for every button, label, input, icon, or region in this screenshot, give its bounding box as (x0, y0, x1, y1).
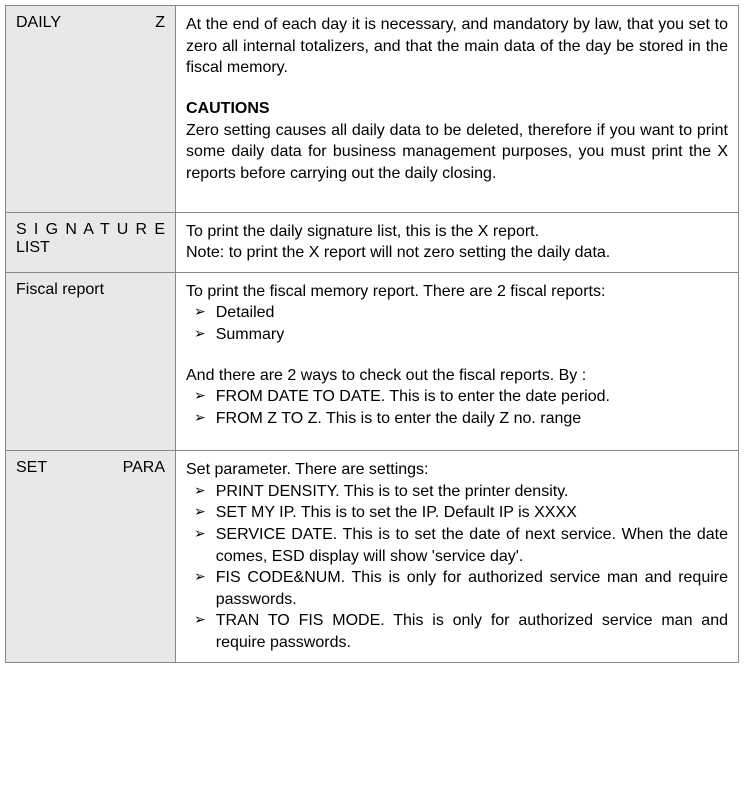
fiscal-report-mid: And there are 2 ways to check out the fi… (186, 365, 728, 387)
list-item: ➢FROM Z TO Z. This is to enter the daily… (186, 408, 728, 430)
list-item: ➢SERVICE DATE. This is to set the date o… (186, 524, 728, 567)
daily-z-para1: At the end of each day it is necessary, … (186, 14, 728, 79)
fiscal-report-label: Fiscal report (6, 272, 176, 451)
fiscal-report-list1: ➢Detailed ➢Summary (186, 302, 728, 345)
list-text: PRINT DENSITY. This is to set the printe… (216, 481, 728, 503)
bullet-icon: ➢ (194, 324, 216, 343)
bullet-icon: ➢ (194, 524, 216, 543)
doc-table: DAILY Z At the end of each day it is nec… (5, 5, 739, 663)
bullet-icon: ➢ (194, 386, 216, 405)
set-para-label: SET PARA (6, 451, 176, 662)
list-item: ➢FIS CODE&NUM. This is only for authoriz… (186, 567, 728, 610)
table-row: DAILY Z At the end of each day it is nec… (6, 6, 739, 213)
fiscal-report-intro: To print the fiscal memory report. There… (186, 281, 728, 303)
bullet-icon: ➢ (194, 567, 216, 586)
list-text: Summary (216, 324, 728, 346)
cautions-body: Zero setting causes all daily data to be… (186, 120, 728, 185)
set-para-content: Set parameter. There are settings: ➢PRIN… (176, 451, 739, 662)
set-para-list: ➢PRINT DENSITY. This is to set the print… (186, 481, 728, 654)
list-text: TRAN TO FIS MODE. This is only for autho… (216, 610, 728, 653)
fiscal-report-content: To print the fiscal memory report. There… (176, 272, 739, 451)
table-row: Fiscal report To print the fiscal memory… (6, 272, 739, 451)
bullet-icon: ➢ (194, 502, 216, 521)
list-text: SET MY IP. This is to set the IP. Defaul… (216, 502, 728, 524)
daily-z-content: At the end of each day it is necessary, … (176, 6, 739, 213)
list-item: ➢SET MY IP. This is to set the IP. Defau… (186, 502, 728, 524)
bullet-icon: ➢ (194, 610, 216, 629)
signature-line1: To print the daily signature list, this … (186, 221, 728, 243)
list-item: ➢Summary (186, 324, 728, 346)
list-text: SERVICE DATE. This is to set the date of… (216, 524, 728, 567)
list-text: FROM Z TO Z. This is to enter the daily … (216, 408, 728, 430)
list-item: ➢PRINT DENSITY. This is to set the print… (186, 481, 728, 503)
cautions-title: CAUTIONS (186, 98, 728, 120)
bullet-icon: ➢ (194, 302, 216, 321)
signature-list-label: S I G N A T U R E LIST (6, 212, 176, 272)
list-text: Detailed (216, 302, 728, 324)
signature-list-content: To print the daily signature list, this … (176, 212, 739, 272)
bullet-icon: ➢ (194, 481, 216, 500)
list-item: ➢FROM DATE TO DATE. This is to enter the… (186, 386, 728, 408)
list-text: FIS CODE&NUM. This is only for authorize… (216, 567, 728, 610)
bullet-icon: ➢ (194, 408, 216, 427)
table-row: S I G N A T U R E LIST To print the dail… (6, 212, 739, 272)
set-para-intro: Set parameter. There are settings: (186, 459, 728, 481)
daily-z-label: DAILY Z (6, 6, 176, 213)
list-item: ➢Detailed (186, 302, 728, 324)
list-text: FROM DATE TO DATE. This is to enter the … (216, 386, 728, 408)
list-item: ➢TRAN TO FIS MODE. This is only for auth… (186, 610, 728, 653)
table-row: SET PARA Set parameter. There are settin… (6, 451, 739, 662)
fiscal-report-list2: ➢FROM DATE TO DATE. This is to enter the… (186, 386, 728, 429)
signature-line2: Note: to print the X report will not zer… (186, 242, 728, 264)
